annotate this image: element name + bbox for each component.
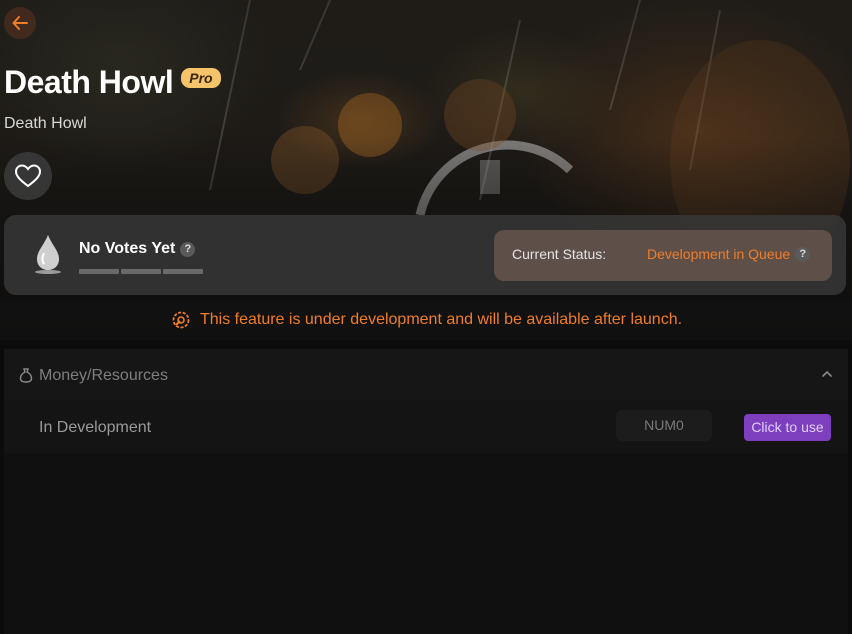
status-help-icon[interactable]: ? bbox=[795, 246, 811, 262]
vote-card: No Votes Yet ? Current Status: Developme… bbox=[4, 215, 846, 295]
gear-wrench-icon bbox=[172, 311, 190, 329]
feature-label: In Development bbox=[39, 419, 152, 436]
money-bag-icon bbox=[19, 368, 33, 383]
page-subtitle: Death Howl bbox=[4, 115, 87, 132]
back-button[interactable] bbox=[4, 7, 36, 39]
status-value: Development in Queue bbox=[647, 246, 791, 262]
title-row: Death Howl Pro bbox=[4, 64, 221, 101]
droplet-icon bbox=[35, 235, 61, 274]
chevron-up-icon[interactable] bbox=[820, 367, 834, 381]
votes-heading: No Votes Yet ? bbox=[79, 240, 196, 258]
resources-panel: Money/Resources In Development NUM0 Clic… bbox=[4, 349, 848, 634]
status-box: Current Status: Development in Queue ? bbox=[494, 230, 832, 281]
votes-title: No Votes Yet bbox=[79, 240, 176, 257]
vote-progress-bars bbox=[79, 269, 203, 274]
feature-row: In Development NUM0 Click to use bbox=[4, 401, 848, 453]
section-header[interactable]: Money/Resources bbox=[4, 349, 848, 401]
heart-icon bbox=[14, 164, 42, 188]
development-notice: This feature is under development and wi… bbox=[0, 300, 852, 340]
arrow-left-icon bbox=[12, 16, 28, 30]
status-value-group: Development in Queue ? bbox=[647, 246, 811, 262]
votes-help-icon[interactable]: ? bbox=[180, 241, 196, 257]
page-title: Death Howl bbox=[4, 64, 174, 100]
value-input[interactable]: NUM0 bbox=[616, 410, 712, 441]
section-title: Money/Resources bbox=[39, 367, 168, 384]
favorite-button[interactable] bbox=[4, 152, 52, 200]
pro-badge: Pro bbox=[181, 67, 221, 88]
status-label: Current Status: bbox=[512, 246, 607, 262]
use-button[interactable]: Click to use bbox=[744, 414, 831, 441]
notice-text: This feature is under development and wi… bbox=[199, 311, 683, 328]
